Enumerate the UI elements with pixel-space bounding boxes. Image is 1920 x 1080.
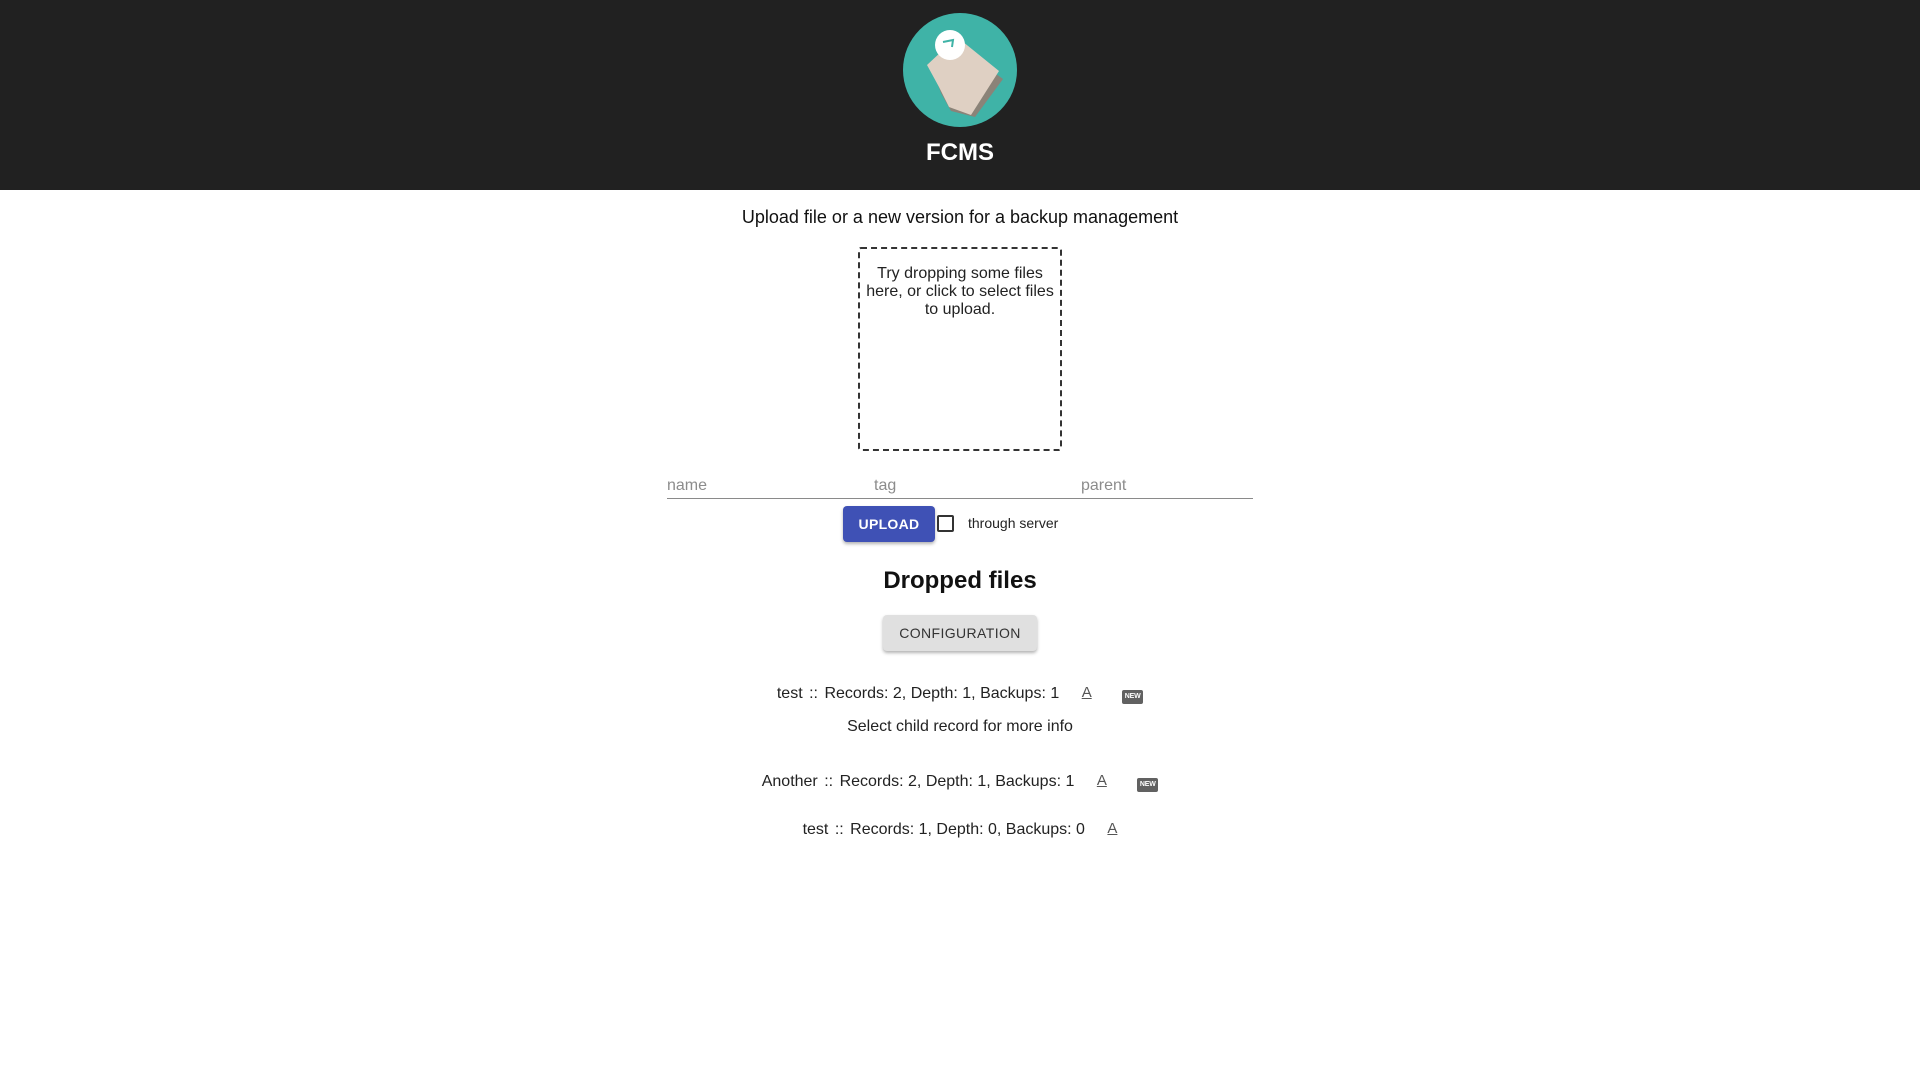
app-title: FCMS [926, 139, 994, 166]
tag-input[interactable] [874, 470, 1081, 498]
through-server-checkbox[interactable] [937, 515, 954, 532]
dropped-files-heading: Dropped files [883, 567, 1037, 594]
app-header: FCMS [0, 0, 1920, 190]
upload-button[interactable]: UPLOAD [843, 506, 935, 542]
record-separator: :: [834, 821, 844, 838]
file-dropzone[interactable]: Try dropping some files here, or click t… [858, 247, 1062, 451]
record-separator: :: [809, 685, 818, 702]
parent-input[interactable] [1081, 470, 1288, 498]
new-badge-icon[interactable]: NEW [1137, 778, 1159, 792]
name-input[interactable] [667, 470, 874, 498]
dropzone-text: Try dropping some files here, or click t… [866, 265, 1054, 318]
record-name: test [776, 685, 803, 702]
new-badge-icon[interactable]: NEW [1122, 690, 1144, 704]
record-name: Another [761, 773, 818, 790]
app-logo-icon [903, 13, 1017, 127]
record-row[interactable]: test :: Records: 1, Depth: 0, Backups: 0… [0, 820, 1920, 839]
record-row[interactable]: test :: Records: 2, Depth: 1, Backups: 1… [0, 684, 1920, 704]
configuration-button[interactable]: CONFIGURATION [883, 615, 1037, 651]
through-server-label: through server [968, 515, 1059, 531]
text-a-icon[interactable]: A [1097, 772, 1107, 789]
record-stats: Records: 2, Depth: 1, Backups: 1 [824, 685, 1060, 702]
record-separator: :: [824, 773, 834, 790]
record-name: test [802, 821, 829, 838]
record-row[interactable]: Another :: Records: 2, Depth: 1, Backups… [0, 772, 1920, 792]
record-stats: Records: 2, Depth: 1, Backups: 1 [839, 773, 1075, 790]
upload-fields [667, 470, 1288, 499]
text-a-icon[interactable]: A [1107, 820, 1117, 837]
record-stats: Records: 1, Depth: 0, Backups: 0 [850, 821, 1085, 838]
upload-subtitle: Upload file or a new version for a backu… [741, 207, 1179, 227]
child-record-hint: Select child record for more info [847, 718, 1073, 735]
text-a-icon[interactable]: A [1082, 684, 1092, 701]
